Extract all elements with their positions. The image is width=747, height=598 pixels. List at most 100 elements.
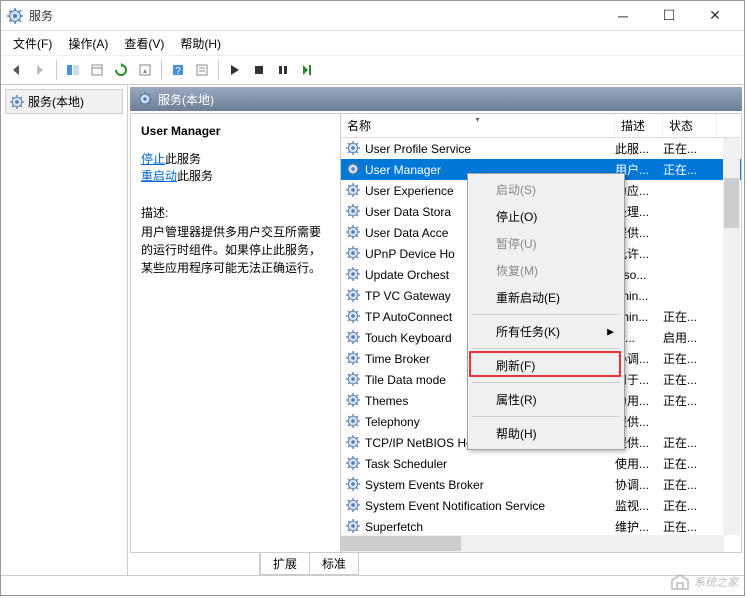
service-desc: 维护... (615, 518, 663, 535)
tree-pane: 服务(本地) (1, 85, 128, 575)
context-menu: 启动(S)停止(O)暂停(U)恢复(M)重新启动(E) 所有任务(K)▶ 刷新(F)… (467, 173, 625, 450)
service-desc: 协调... (615, 476, 663, 493)
properties-button[interactable] (191, 59, 213, 81)
service-status: 启用... (663, 329, 717, 346)
restart-link[interactable]: 重启动 (141, 169, 177, 183)
menu-help[interactable]: 帮助(H) (172, 33, 229, 54)
service-desc: 此服... (615, 140, 663, 157)
gear-icon (346, 456, 362, 472)
description-label: 描述: (141, 204, 330, 221)
tab-standard[interactable]: 标准 (309, 553, 359, 575)
gear-icon (346, 162, 362, 178)
panel-header-label: 服务(本地) (158, 91, 214, 108)
refresh-button[interactable] (110, 59, 132, 81)
description-text: 用户管理器提供多用户交互所需要的运行时组件。如果停止此服务，某些应用程序可能无法… (141, 223, 330, 277)
column-status[interactable]: 状态 (663, 114, 717, 137)
gear-icon (346, 477, 362, 493)
context-menu-item[interactable]: 重新启动(E) (470, 284, 622, 311)
service-row[interactable]: System Events Broker协调...正在... (341, 474, 741, 495)
detail-title: User Manager (141, 124, 330, 138)
service-status: 正在... (663, 392, 717, 409)
app-icon (7, 8, 23, 24)
gear-icon (346, 372, 362, 388)
service-status: 正在... (663, 434, 717, 451)
toolbar: ? (1, 55, 744, 85)
tab-extended[interactable]: 扩展 (260, 553, 310, 575)
gear-icon (346, 393, 362, 409)
service-status: 正在... (663, 476, 717, 493)
menu-view[interactable]: 查看(V) (116, 33, 172, 54)
gear-icon (138, 92, 152, 106)
pause-service-button[interactable] (272, 59, 294, 81)
export-button[interactable] (86, 59, 108, 81)
service-row[interactable]: Superfetch维护...正在... (341, 516, 741, 537)
service-desc: 使用... (615, 455, 663, 472)
service-row[interactable]: Task Scheduler使用...正在... (341, 453, 741, 474)
detail-pane: User Manager 停止此服务 重启动此服务 描述: 用户管理器提供多用户… (131, 114, 341, 552)
gear-icon (346, 498, 362, 514)
gear-icon (346, 435, 362, 451)
context-menu-item[interactable]: 刷新(F) (470, 352, 622, 379)
stop-link[interactable]: 停止 (141, 152, 165, 166)
svg-text:?: ? (175, 66, 181, 77)
context-menu-item[interactable]: 属性(R) (470, 386, 622, 413)
menu-file[interactable]: 文件(F) (5, 33, 60, 54)
close-button[interactable]: ✕ (692, 1, 738, 31)
service-status: 正在... (663, 161, 717, 178)
window-title: 服务 (29, 7, 600, 24)
gear-icon (346, 246, 362, 262)
column-description[interactable]: 描述 (615, 114, 663, 137)
service-status: 正在... (663, 308, 717, 325)
gear-icon (346, 204, 362, 220)
sort-indicator-icon: ▾ (475, 115, 479, 124)
gear-icon (346, 414, 362, 430)
service-name: User Profile Service (365, 142, 615, 156)
service-status: 正在... (663, 140, 717, 157)
show-hide-tree-button[interactable] (62, 59, 84, 81)
service-status: 正在... (663, 497, 717, 514)
service-desc: 监视... (615, 497, 663, 514)
gear-icon (346, 267, 362, 283)
context-menu-item: 恢复(M) (470, 257, 622, 284)
restart-service-button[interactable] (296, 59, 318, 81)
context-menu-item: 启动(S) (470, 176, 622, 203)
context-menu-item[interactable]: 帮助(H) (470, 420, 622, 447)
export-list-button[interactable] (134, 59, 156, 81)
tree-item-services-local[interactable]: 服务(本地) (5, 89, 123, 114)
submenu-arrow-icon: ▶ (607, 326, 614, 337)
horizontal-scrollbar[interactable] (341, 535, 724, 552)
service-status: 正在... (663, 455, 717, 472)
context-menu-item[interactable]: 所有任务(K)▶ (470, 318, 622, 345)
gear-icon (346, 141, 362, 157)
watermark: 系统之家 (670, 573, 738, 591)
gear-icon (346, 309, 362, 325)
service-row[interactable]: User Profile Service此服...正在... (341, 138, 741, 159)
vertical-scrollbar[interactable] (723, 138, 740, 535)
status-bar (1, 575, 744, 595)
forward-button[interactable] (29, 59, 51, 81)
gear-icon (346, 519, 362, 535)
menu-bar: 文件(F) 操作(A) 查看(V) 帮助(H) (1, 31, 744, 55)
service-name: System Event Notification Service (365, 499, 615, 513)
service-name: Superfetch (365, 520, 615, 534)
back-button[interactable] (5, 59, 27, 81)
gear-icon (346, 351, 362, 367)
column-name[interactable]: 名称 ▾ (341, 114, 615, 137)
service-status: 正在... (663, 371, 717, 388)
context-menu-item: 暂停(U) (470, 230, 622, 257)
minimize-button[interactable]: ─ (600, 1, 646, 31)
menu-action[interactable]: 操作(A) (60, 33, 116, 54)
service-name: System Events Broker (365, 478, 615, 492)
start-service-button[interactable] (224, 59, 246, 81)
stop-service-button[interactable] (248, 59, 270, 81)
help-button[interactable]: ? (167, 59, 189, 81)
service-status: 正在... (663, 518, 717, 535)
gear-icon (10, 95, 24, 109)
gear-icon (346, 225, 362, 241)
service-row[interactable]: System Event Notification Service监视...正在… (341, 495, 741, 516)
maximize-button[interactable]: ☐ (646, 1, 692, 31)
service-status: 正在... (663, 350, 717, 367)
gear-icon (346, 330, 362, 346)
context-menu-item[interactable]: 停止(O) (470, 203, 622, 230)
gear-icon (346, 183, 362, 199)
